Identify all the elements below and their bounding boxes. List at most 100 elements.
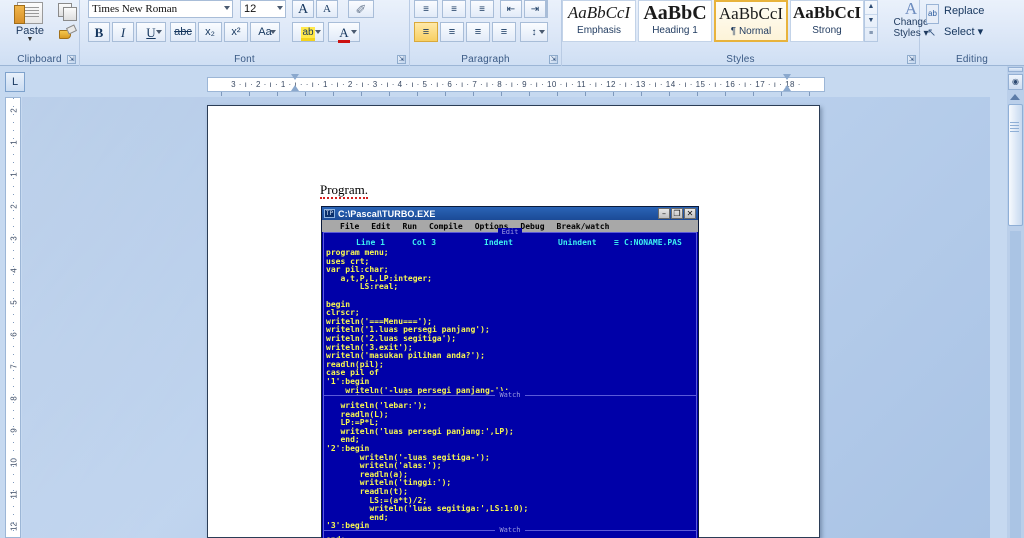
vertical-ruler-tick <box>13 410 14 411</box>
superscript-button[interactable]: x² <box>224 22 248 42</box>
style-sample: AaBbCcI <box>792 3 861 22</box>
ribbon-group-font: Times New Roman 12 A A ✐ B I U abc x₂ x²… <box>80 0 410 66</box>
vertical-ruler-tick <box>13 146 14 147</box>
horizontal-ruler-marks: 3 · ı · 2 · ı · 1 · ı · · ı · 1 · ı · 2 … <box>231 80 801 89</box>
align-right-button[interactable]: ≡ <box>466 22 490 42</box>
scrollbar-grip-icon <box>1010 122 1019 134</box>
vertical-ruler-tick <box>13 202 14 203</box>
paragraph-dialog-launcher[interactable]: ⇲ <box>549 55 558 64</box>
styles-scroll-up-button[interactable]: ▲ <box>865 1 877 14</box>
increase-indent-button[interactable]: ⇥ <box>524 0 546 18</box>
change-case-button[interactable]: Aa <box>250 22 280 42</box>
tab-selector-button[interactable]: L <box>5 72 25 92</box>
paste-button[interactable]: Paste ▼ <box>6 2 54 44</box>
vertical-ruler-tick <box>13 338 14 339</box>
bullets-button[interactable]: ≡ <box>414 0 438 18</box>
watch-window-panel[interactable]: Watch end; writeln; readln; <box>323 526 697 538</box>
vertical-ruler-tick <box>13 306 14 307</box>
turbo-pascal-titlebar[interactable]: TP C:\Pascal\TURBO.EXE – ❐ ✕ <box>322 207 698 220</box>
chevron-down-icon[interactable] <box>539 30 545 34</box>
vertical-ruler-mark: 8 <box>9 396 19 401</box>
status-unindent: Unindent <box>558 238 597 247</box>
group-label-font: Font <box>234 54 255 65</box>
split-window-handle[interactable] <box>1008 67 1023 72</box>
styles-more-button[interactable]: ≡ <box>865 27 877 40</box>
vertical-scrollbar[interactable]: ◉ <box>1007 66 1024 538</box>
style-name: Strong <box>812 25 842 36</box>
vertical-ruler-mark: 11 <box>9 490 19 499</box>
style-tile-emphasis[interactable]: AaBbCcI Emphasis <box>562 0 636 42</box>
close-button[interactable]: ✕ <box>684 208 696 219</box>
document-page[interactable]: Program. TP C:\Pascal\TURBO.EXE – ❐ ✕ Fi… <box>207 105 820 538</box>
restore-button[interactable]: ❐ <box>671 208 683 219</box>
replace-button[interactable]: ab Replace <box>924 2 984 24</box>
line-spacing-button[interactable]: ↕ <box>520 22 548 42</box>
styles-dialog-launcher[interactable]: ⇲ <box>907 55 916 64</box>
font-name-input[interactable]: Times New Roman <box>88 0 233 18</box>
vertical-ruler-tick <box>13 138 14 139</box>
chevron-down-icon[interactable] <box>156 30 162 34</box>
style-tile-normal[interactable]: AaBbCcI ¶ Normal <box>714 0 788 42</box>
decrease-indent-button[interactable]: ⇤ <box>500 0 522 18</box>
vertical-ruler-tick <box>13 266 14 267</box>
justify-button[interactable]: ≡ <box>492 22 516 42</box>
style-tile-heading-1[interactable]: AaBbC Heading 1 <box>638 0 712 42</box>
text-highlight-color-button[interactable]: ab <box>292 22 324 42</box>
turbo-pascal-window[interactable]: TP C:\Pascal\TURBO.EXE – ❐ ✕ File Edit R… <box>321 206 699 538</box>
document-text-program: Program. <box>320 182 369 199</box>
clipboard-dialog-launcher[interactable]: ⇲ <box>67 55 76 64</box>
chevron-down-icon[interactable]: ▼ <box>6 36 54 43</box>
underline-label: U <box>146 25 156 40</box>
replace-icon: ab <box>926 4 939 24</box>
style-name: Heading 1 <box>652 25 698 36</box>
chevron-down-icon[interactable] <box>315 30 321 34</box>
vertical-ruler-tick <box>13 106 14 107</box>
multilevel-list-button[interactable]: ≡ <box>470 0 494 18</box>
vertical-ruler-tick <box>13 322 14 323</box>
chevron-down-icon[interactable] <box>224 6 230 10</box>
pascal-code-block-1[interactable]: program menu; uses crt; var pil:char; a,… <box>324 248 696 412</box>
vertical-ruler-tick <box>13 170 14 171</box>
vertical-ruler-mark: 5 <box>9 300 19 305</box>
scrollbar-track[interactable] <box>1010 231 1021 538</box>
italic-button[interactable]: I <box>112 22 134 42</box>
align-center-button[interactable]: ≡ <box>440 22 464 42</box>
format-painter-icon[interactable] <box>58 25 74 39</box>
vertical-ruler-tick <box>13 506 14 507</box>
chevron-down-icon[interactable] <box>277 6 283 10</box>
bold-button[interactable]: B <box>88 22 110 42</box>
clear-formatting-icon[interactable]: ✐ <box>348 0 374 18</box>
style-tile-strong[interactable]: AaBbCcI Strong <box>790 0 864 42</box>
copy-icon[interactable] <box>58 3 77 21</box>
grow-font-button[interactable]: A <box>292 0 314 18</box>
font-dialog-launcher[interactable]: ⇲ <box>397 55 406 64</box>
right-indent-marker[interactable] <box>783 73 792 93</box>
document-body-text[interactable]: Program. <box>320 182 369 199</box>
styles-scroll-down-button[interactable]: ▼ <box>865 14 877 27</box>
vertical-ruler-tick <box>13 274 14 275</box>
minimize-button[interactable]: – <box>658 208 670 219</box>
vertical-ruler[interactable]: 2 1 1 2 3 4 5 6 7 8 9 10 11 12 <box>5 97 21 538</box>
vertical-ruler-tick <box>13 362 14 363</box>
second-edit-panel[interactable]: Watch writeln('lebar:'); readln(L); LP:=… <box>323 391 697 538</box>
chevron-down-icon[interactable] <box>351 30 357 34</box>
left-indent-marker[interactable] <box>291 73 300 93</box>
underline-button[interactable]: U <box>136 22 166 42</box>
turbo-pascal-title: C:\Pascal\TURBO.EXE <box>338 208 436 219</box>
numbering-button[interactable]: ≡ <box>442 0 466 18</box>
vertical-ruler-tick <box>13 498 14 499</box>
scroll-up-arrow-icon[interactable] <box>1010 94 1020 100</box>
strikethrough-button[interactable]: abc <box>170 22 196 42</box>
edit-window-panel[interactable]: Edit Line 1 Col 3 Indent Unindent ≡ C:NO… <box>323 228 697 411</box>
font-size-input[interactable]: 12 <box>240 0 286 18</box>
font-color-button[interactable]: A <box>328 22 360 43</box>
align-left-button[interactable]: ≡ <box>414 22 438 42</box>
subscript-button[interactable]: x₂ <box>198 22 222 42</box>
select-browse-object-button[interactable]: ◉ <box>1008 74 1023 90</box>
pascal-code-block-2[interactable]: writeln('lebar:'); readln(L); LP:=P*L; w… <box>324 396 696 538</box>
vertical-ruler-tick <box>13 282 14 283</box>
chevron-down-icon[interactable] <box>270 30 276 34</box>
vertical-ruler-mark: 9 <box>9 428 19 433</box>
shrink-font-button[interactable]: A <box>316 0 338 18</box>
select-button[interactable]: ↖ Select ▾ <box>924 23 983 42</box>
